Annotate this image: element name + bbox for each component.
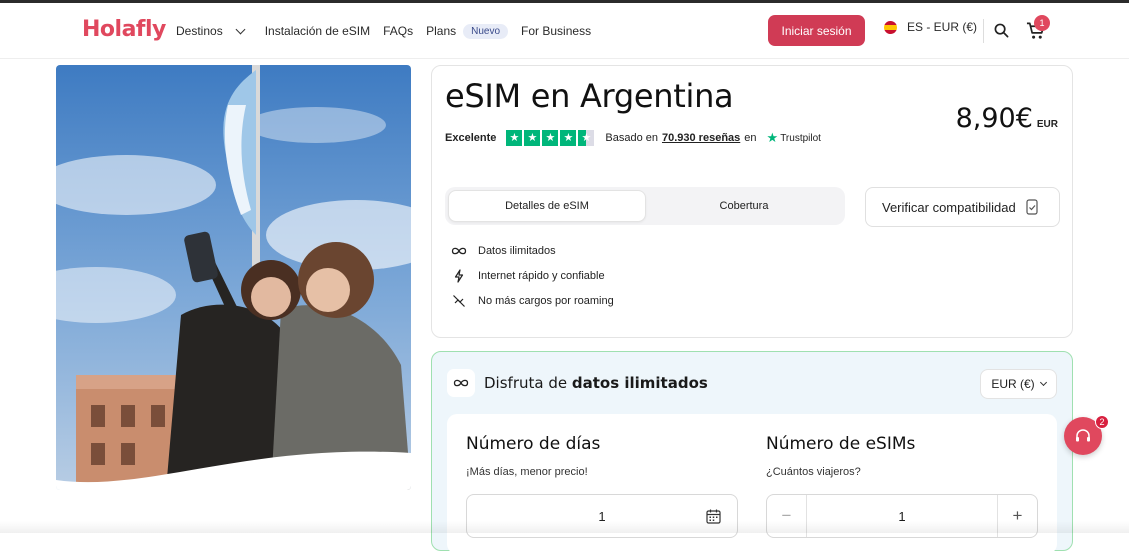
nav-item-faqs[interactable]: FAQs bbox=[383, 24, 413, 38]
feature-item: Internet rápido y confiable bbox=[451, 263, 614, 288]
currency-select-value: EUR (€) bbox=[991, 377, 1035, 391]
product-title: eSIM en Argentina bbox=[445, 77, 734, 115]
login-button[interactable]: Iniciar sesión bbox=[768, 15, 865, 46]
plan-title: Disfruta de datos ilimitados bbox=[484, 374, 708, 392]
currency-select[interactable]: EUR (€) bbox=[980, 369, 1057, 399]
feature-label: Datos ilimitados bbox=[478, 244, 556, 257]
half-star-icon: ★ bbox=[578, 130, 595, 146]
plan-options-panel: Número de días ¡Más días, menor precio! … bbox=[447, 414, 1057, 554]
search-button[interactable] bbox=[992, 21, 1010, 39]
plan-header: Disfruta de datos ilimitados bbox=[447, 369, 708, 397]
phone-check-icon bbox=[1026, 199, 1038, 215]
esims-title: Número de eSIMs bbox=[766, 434, 916, 454]
language-label: ES - EUR (€) bbox=[907, 20, 978, 34]
main-nav: Destinos Instalación de eSIM FAQs Plans … bbox=[176, 3, 604, 59]
hero-illustration bbox=[56, 65, 411, 490]
price-value: 8,90€ bbox=[955, 103, 1033, 134]
feature-label: No más cargos por roaming bbox=[478, 294, 614, 307]
no-roaming-icon bbox=[451, 294, 467, 308]
nav-label: FAQs bbox=[383, 24, 414, 38]
plan-title-bold: datos ilimitados bbox=[571, 374, 708, 392]
nav-label: Plans bbox=[426, 24, 457, 38]
feature-item: No más cargos por roaming bbox=[451, 288, 614, 313]
star-icon: ★ bbox=[542, 130, 559, 146]
site-header: Holafly Destinos Instalación de eSIM FAQ… bbox=[0, 3, 1129, 59]
nav-item-for-business[interactable]: For Business bbox=[521, 24, 591, 38]
nav-label: Instalación de eSIM bbox=[264, 24, 371, 38]
header-divider bbox=[983, 19, 984, 43]
hero-photo bbox=[56, 65, 411, 490]
tab-coverage[interactable]: Cobertura bbox=[646, 190, 842, 222]
search-icon bbox=[994, 23, 1008, 37]
feature-list: Datos ilimitados Internet rápido y confi… bbox=[451, 238, 614, 313]
esims-subtitle: ¿Cuántos viajeros? bbox=[766, 466, 861, 478]
days-subtitle: ¡Más días, menor precio! bbox=[466, 466, 588, 478]
cart-count-badge: 1 bbox=[1034, 15, 1050, 31]
nav-label: Destinos bbox=[176, 24, 223, 38]
infinity-icon bbox=[447, 369, 475, 397]
trustpilot-star-icon: ★ bbox=[766, 130, 779, 145]
feature-label: Internet rápido y confiable bbox=[478, 269, 605, 282]
star-icon: ★ bbox=[560, 130, 577, 146]
window-bottom-edge bbox=[0, 521, 1129, 533]
chevron-down-icon bbox=[1039, 378, 1047, 387]
based-on-text: Basado en bbox=[605, 132, 658, 144]
product-price: 8,90€ EUR bbox=[956, 103, 1058, 134]
chevron-down-icon bbox=[235, 24, 246, 34]
nav-item-plans[interactable]: Plans Nuevo bbox=[426, 23, 509, 39]
price-currency: EUR bbox=[1036, 119, 1058, 130]
plan-title-prefix: Disfruta de bbox=[484, 374, 568, 392]
rating-stars: ★ ★ ★ ★ ★ bbox=[506, 130, 596, 146]
trustpilot-label: Trustpilot bbox=[780, 132, 821, 144]
star-icon: ★ bbox=[524, 130, 541, 146]
trustpilot-logo[interactable]: ★ Trustpilot bbox=[767, 130, 821, 146]
tab-esim-details[interactable]: Detalles de eSIM bbox=[448, 190, 646, 222]
verify-compatibility-button[interactable]: Verificar compatibilidad bbox=[865, 187, 1060, 227]
product-card: eSIM en Argentina 8,90€ EUR Excelente ★ … bbox=[431, 65, 1073, 338]
feature-item: Datos ilimitados bbox=[451, 238, 614, 263]
infinity-icon bbox=[451, 246, 467, 256]
new-badge: Nuevo bbox=[463, 23, 509, 39]
trustpilot-rating: Excelente ★ ★ ★ ★ ★ Basado en 70.930 res… bbox=[445, 130, 821, 146]
verify-label: Verificar compatibilidad bbox=[882, 199, 1016, 215]
nav-item-destinos[interactable]: Destinos bbox=[176, 24, 252, 38]
chat-notification-badge: 2 bbox=[1095, 415, 1109, 429]
rating-label: Excelente bbox=[445, 132, 497, 144]
product-tabs: Detalles de eSIM Cobertura bbox=[445, 187, 845, 225]
nav-item-instalacion[interactable]: Instalación de eSIM bbox=[265, 24, 370, 38]
language-currency-selector[interactable]: ES - EUR (€) bbox=[884, 20, 977, 34]
reviews-link[interactable]: 70.930 reseñas bbox=[662, 132, 740, 144]
days-title: Número de días bbox=[466, 434, 601, 454]
star-icon: ★ bbox=[506, 130, 523, 146]
holafly-logo[interactable]: Holafly bbox=[82, 17, 166, 42]
nav-label: For Business bbox=[521, 24, 592, 38]
headset-icon bbox=[1076, 429, 1090, 442]
spain-flag-icon bbox=[884, 20, 897, 34]
lightning-icon bbox=[451, 268, 467, 283]
on-text: en bbox=[744, 132, 757, 144]
